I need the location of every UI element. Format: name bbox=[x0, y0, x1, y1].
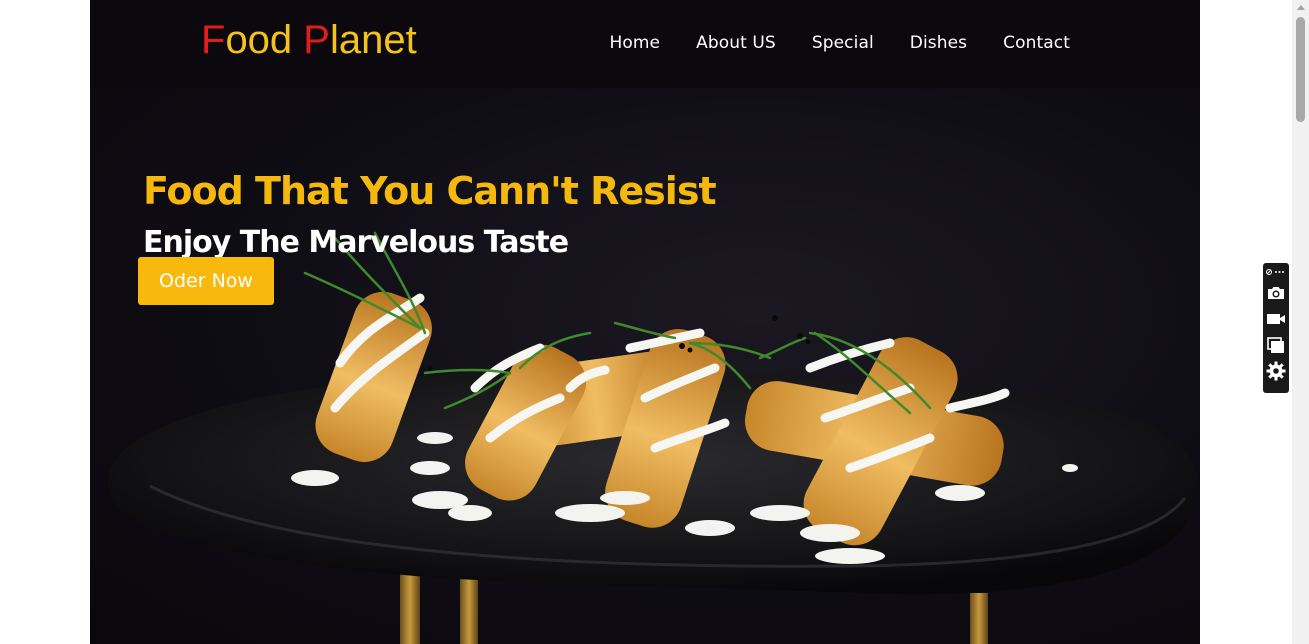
capture-toolbar bbox=[1263, 263, 1289, 393]
brand-initial-p: P bbox=[303, 18, 330, 62]
vertical-scrollbar[interactable] bbox=[1292, 0, 1309, 644]
extension-menu-icon[interactable] bbox=[1265, 266, 1287, 278]
scroll-up-arrow-icon[interactable] bbox=[1292, 0, 1309, 14]
nav-link-about[interactable]: About US bbox=[696, 31, 776, 55]
navbar: Food Planet Home About US Special Dishes… bbox=[90, 0, 1200, 88]
nav-link-dishes[interactable]: Dishes bbox=[910, 31, 967, 55]
video-camera-icon[interactable] bbox=[1265, 306, 1287, 332]
nav-link-home[interactable]: Home bbox=[610, 31, 661, 55]
hero-section: Food That You Cann't Resist Enjoy The Ma… bbox=[90, 88, 1200, 644]
page-container: Food Planet Home About US Special Dishes… bbox=[90, 0, 1200, 644]
brand-text-lanet: lanet bbox=[329, 18, 417, 62]
hero-title: Food That You Cann't Resist bbox=[143, 169, 717, 214]
main-nav: Home About US Special Dishes Contact bbox=[610, 31, 1070, 55]
gear-icon[interactable] bbox=[1265, 358, 1287, 384]
camera-icon[interactable] bbox=[1265, 280, 1287, 306]
hero-subtitle: Enjoy The Marvelous Taste bbox=[143, 224, 569, 260]
window-capture-icon[interactable] bbox=[1265, 332, 1287, 358]
order-now-button[interactable]: Oder Now bbox=[138, 257, 274, 305]
brand-text-ood: ood bbox=[225, 18, 304, 62]
nav-link-special[interactable]: Special bbox=[812, 31, 874, 55]
scrollbar-thumb[interactable] bbox=[1296, 17, 1305, 122]
brand-logo[interactable]: Food Planet bbox=[201, 16, 417, 64]
nav-link-contact[interactable]: Contact bbox=[1003, 31, 1070, 55]
brand-initial-f: F bbox=[201, 18, 226, 62]
